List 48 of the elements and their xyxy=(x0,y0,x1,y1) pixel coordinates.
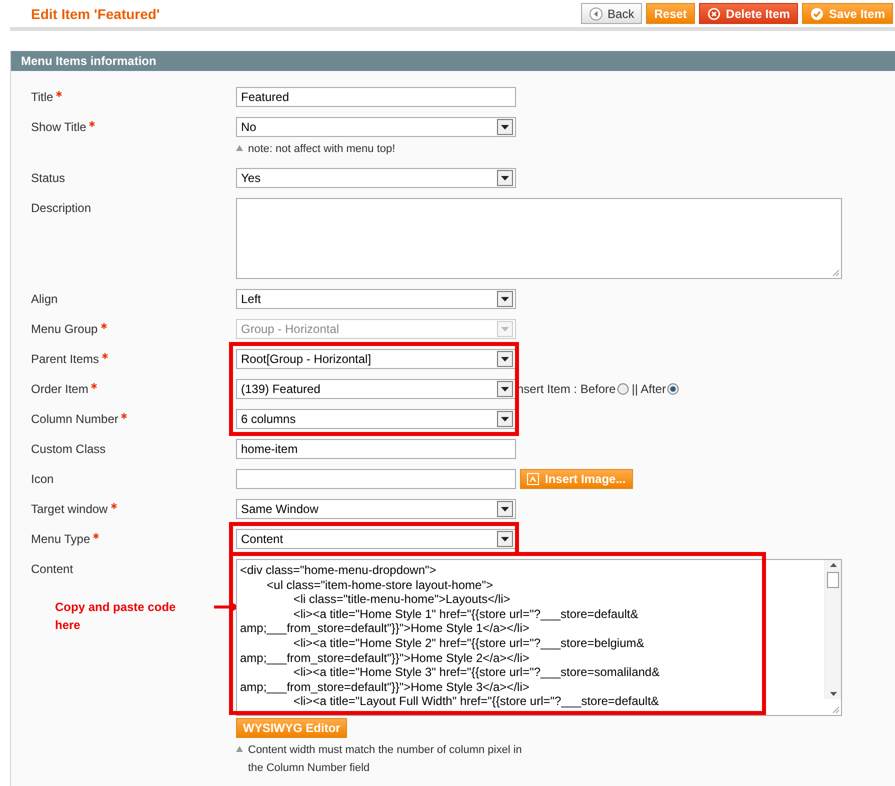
field-label: Order Item xyxy=(31,382,88,396)
close-icon xyxy=(706,6,721,20)
scrollbar[interactable] xyxy=(824,560,841,699)
field-label: Icon xyxy=(31,472,54,486)
resize-grip-icon[interactable] xyxy=(832,269,840,277)
radio-button[interactable] xyxy=(666,383,679,395)
field-label: Align xyxy=(31,292,58,306)
dropdown[interactable]: Yes xyxy=(236,168,516,188)
field-label: Content xyxy=(31,562,74,576)
radio-button[interactable] xyxy=(616,383,629,395)
field-label: Target window xyxy=(31,502,108,516)
code-editor[interactable]: <div class="home-menu-dropdown"> <ul class="item-home-store layout-home"> <li class="title-menu-home">Layouts</li> <li><a title="Home Style 1" href="{{store url="?___store=default& amp;___from_store=default"}}">Home Style 1</a></li> <li><a title="Home Style 2" href="{{store url="?___store=belgium& amp;___from_store=default"}}">Home Style 2</a></li> <li><a title="Home Style 3" href="{{store url="?___store=somaliland& amp;___from_store=default"}}">Home Style 3</a></li> <li><a title="Layout Full Width" href="{{store url="?___store=default& xyxy=(236,559,842,716)
field-label: Custom Class xyxy=(31,442,106,456)
dropdown[interactable]: (139) Featured xyxy=(236,379,516,399)
radio-label: || After xyxy=(632,382,666,396)
section-header: Menu Items information xyxy=(11,51,895,71)
resize-grip-icon[interactable] xyxy=(832,706,840,714)
dropdown[interactable]: No xyxy=(236,117,516,137)
field-label: Parent Items xyxy=(31,352,100,366)
field-label: Title xyxy=(31,90,54,104)
delete-button[interactable]: Delete Item xyxy=(698,3,798,24)
triangle-icon xyxy=(236,145,243,151)
check-icon xyxy=(810,6,824,20)
back-button[interactable]: Back xyxy=(580,3,642,24)
back-icon xyxy=(588,6,603,20)
text-area[interactable] xyxy=(236,198,842,279)
text-field[interactable]: Featured xyxy=(236,87,516,107)
field-label: Menu Group xyxy=(31,322,98,336)
dropdown[interactable]: Root[Group - Horizontal] xyxy=(236,349,516,369)
field-label: Show Title xyxy=(31,120,86,134)
dropdown[interactable]: Same Window xyxy=(236,499,516,519)
image-icon xyxy=(527,473,539,485)
field-label: Column Number xyxy=(31,412,118,426)
page-title: Edit Item 'Featured' xyxy=(31,6,161,22)
text-field[interactable] xyxy=(236,469,516,489)
field-label: Menu Type xyxy=(31,532,90,546)
scrollbar-thumb[interactable] xyxy=(827,572,839,588)
field-label: Description xyxy=(31,201,92,215)
annotation-text: Copy and paste code here xyxy=(55,599,177,634)
text-field[interactable]: home-item xyxy=(236,439,516,459)
dropdown: Group - Horizontal xyxy=(236,319,516,339)
triangle-icon xyxy=(236,746,243,752)
dropdown[interactable]: Left xyxy=(236,289,516,309)
field-note: note: not affect with menu top! xyxy=(248,142,396,157)
dropdown[interactable]: Content xyxy=(236,529,516,549)
dropdown[interactable]: 6 columns xyxy=(236,409,516,429)
field-note: Content width must match the number of column pixel in the Column Number field xyxy=(248,743,523,776)
field-label: Status xyxy=(31,171,66,185)
